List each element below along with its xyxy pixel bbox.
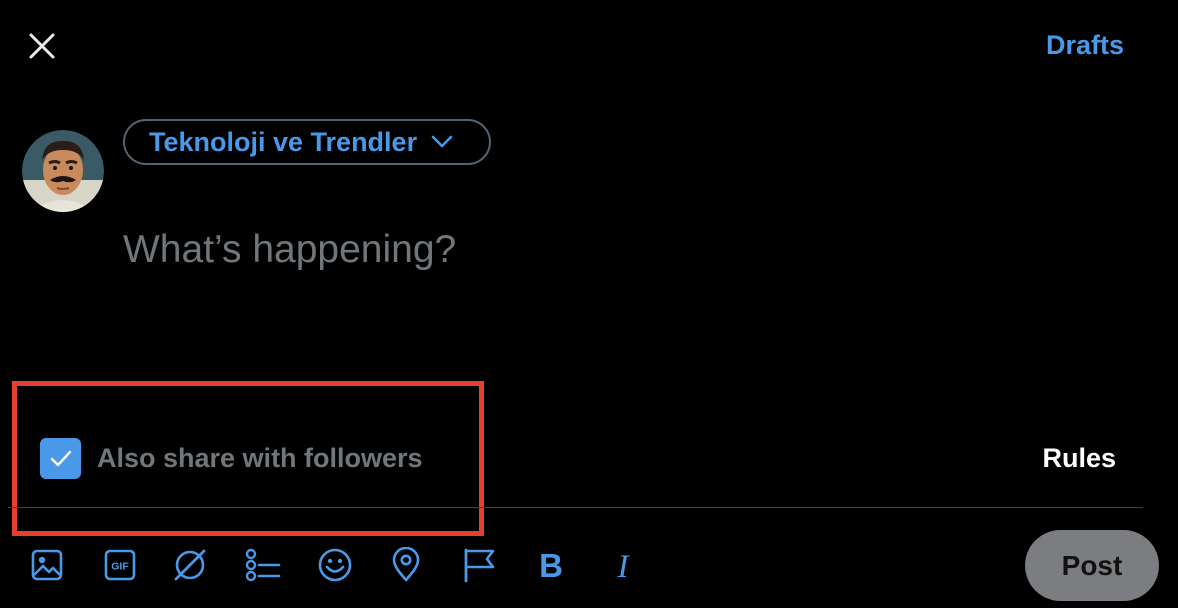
emoji-icon (318, 548, 352, 582)
grok-button[interactable] (170, 545, 210, 585)
checkmark-icon (50, 450, 71, 466)
svg-text:GIF: GIF (111, 561, 129, 573)
close-button[interactable] (22, 26, 62, 66)
share-with-followers-toggle[interactable]: Also share with followers (40, 438, 423, 479)
location-button[interactable] (386, 545, 426, 585)
bold-icon: B (539, 548, 563, 582)
poll-icon (245, 548, 281, 582)
post-button[interactable]: Post (1025, 530, 1159, 601)
gif-icon: GIF (104, 549, 136, 581)
gif-button[interactable]: GIF (100, 545, 140, 585)
grok-icon (174, 549, 206, 581)
bold-button[interactable]: B (531, 545, 571, 585)
italic-icon: I (617, 549, 631, 582)
audience-label: Teknoloji ve Trendler (149, 126, 418, 157)
media-button[interactable] (27, 545, 67, 585)
share-checkbox[interactable] (40, 438, 81, 479)
svg-text:B: B (539, 548, 563, 582)
flag-icon (464, 548, 495, 583)
flag-button[interactable] (459, 545, 499, 585)
close-icon (29, 33, 55, 59)
divider (8, 507, 1143, 508)
rules-link[interactable]: Rules (1042, 443, 1116, 474)
avatar[interactable] (22, 130, 104, 212)
poll-button[interactable] (243, 545, 283, 585)
italic-button[interactable]: I (603, 545, 643, 585)
svg-text:I: I (617, 549, 631, 582)
share-label: Also share with followers (97, 443, 423, 473)
user-avatar (22, 130, 104, 212)
drafts-button[interactable]: Drafts (1046, 30, 1124, 61)
location-icon (392, 547, 420, 582)
emoji-button[interactable] (315, 545, 355, 585)
chevron-down-icon (431, 135, 453, 149)
media-icon (31, 549, 63, 581)
post-composer-input[interactable] (123, 220, 1123, 280)
audience-selector[interactable]: Teknoloji ve Trendler (123, 119, 491, 165)
